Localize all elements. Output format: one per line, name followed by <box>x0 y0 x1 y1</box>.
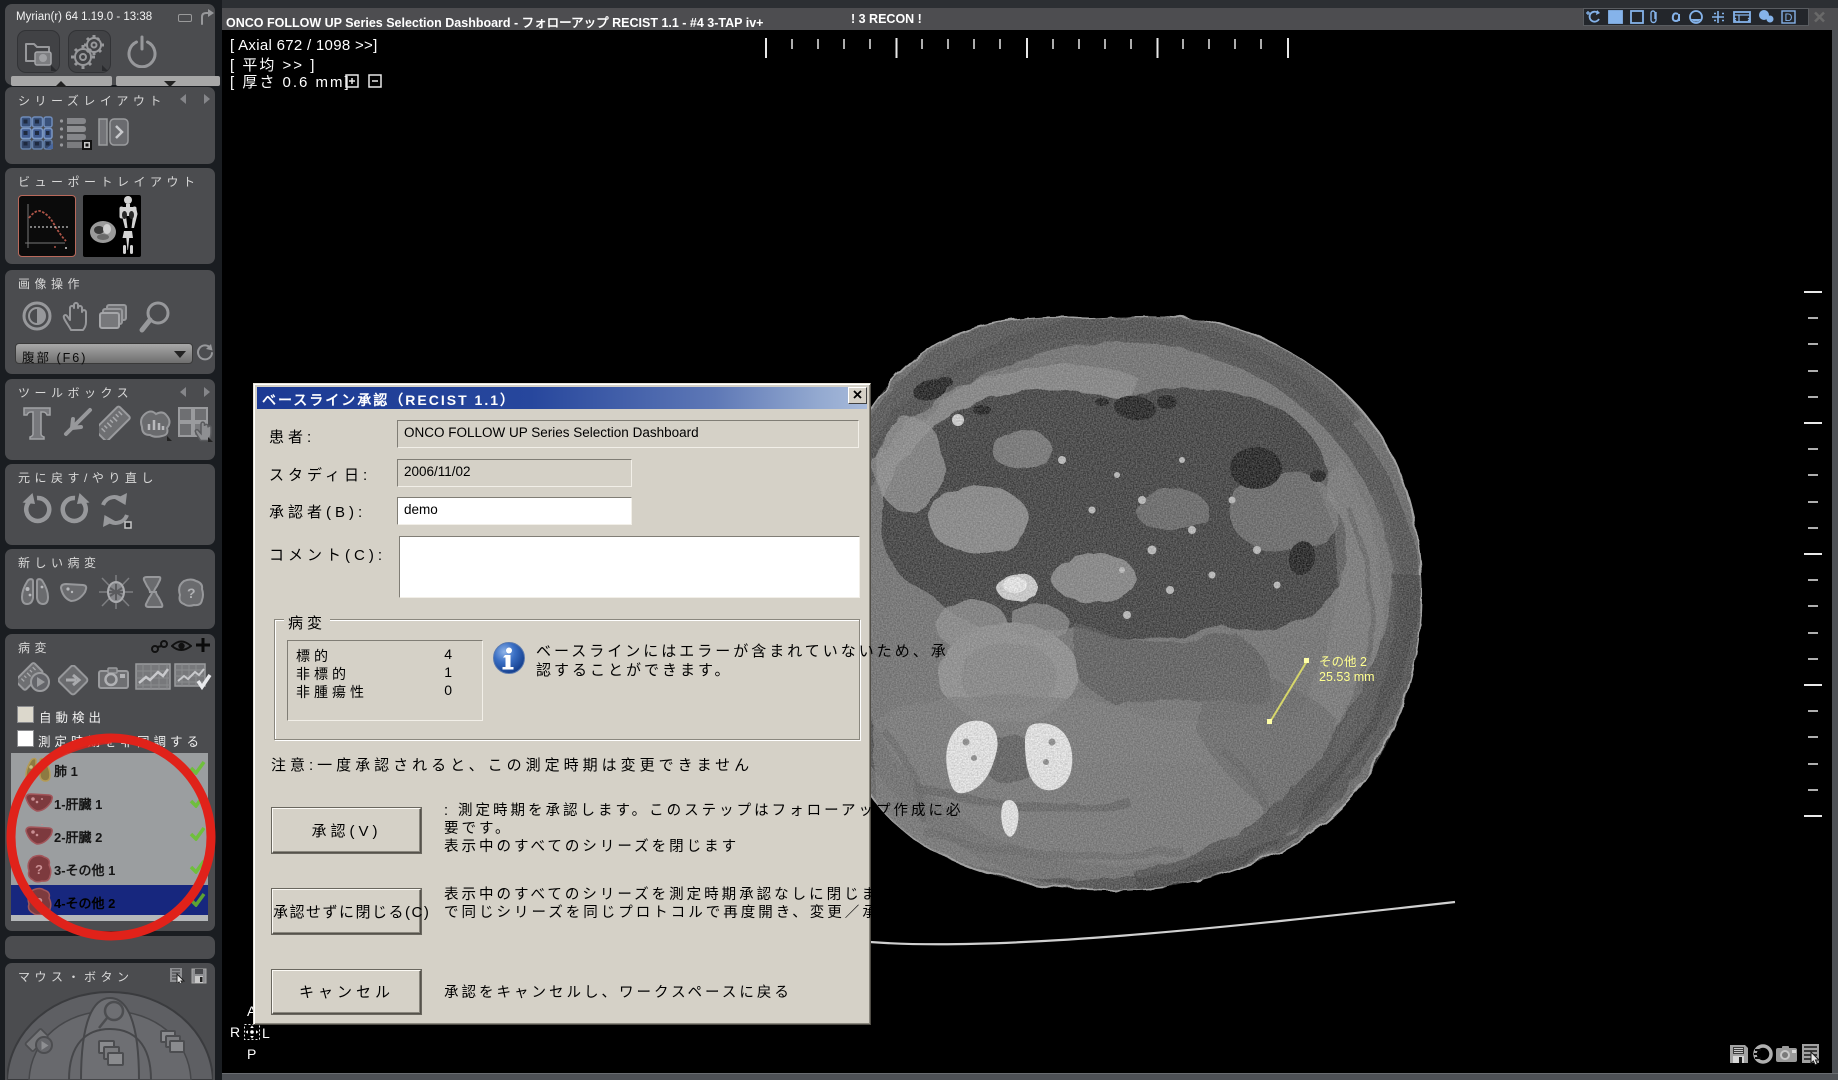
svg-text:その他 2: その他 2 <box>1319 655 1367 669</box>
svg-text:25.53 mm: 25.53 mm <box>1319 670 1375 684</box>
svg-text:?: ? <box>187 585 196 601</box>
svg-text:D: D <box>1785 12 1793 24</box>
